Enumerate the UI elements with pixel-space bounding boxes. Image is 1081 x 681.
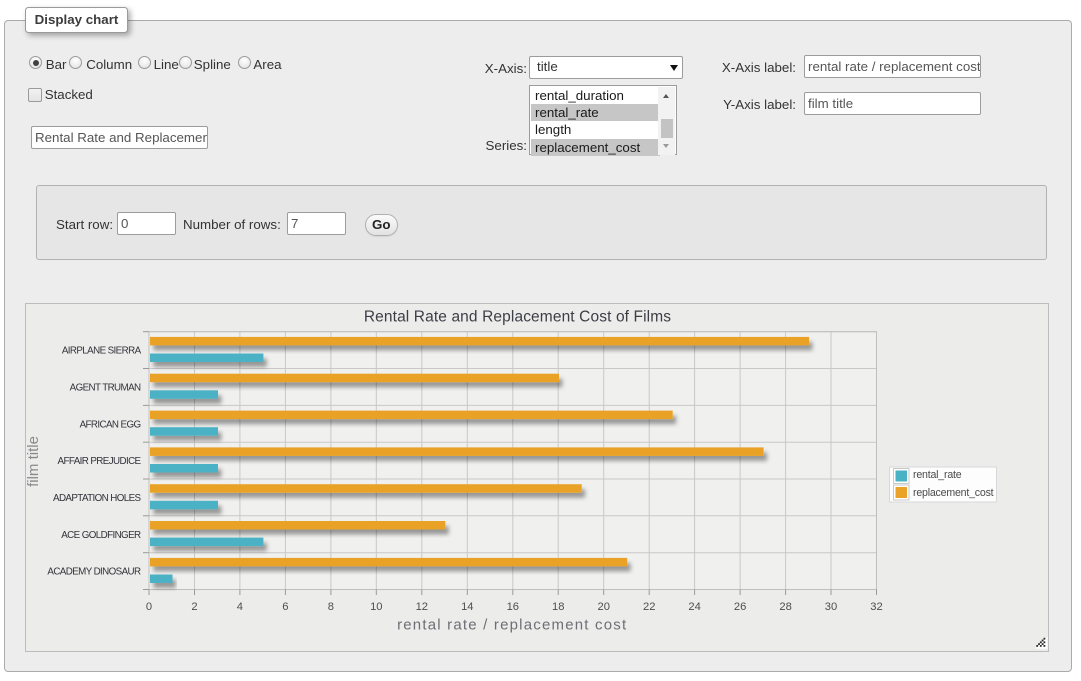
- svg-text:AIRPLANE SIERRA: AIRPLANE SIERRA: [61, 346, 141, 357]
- svg-text:4: 4: [236, 601, 242, 613]
- svg-text:AFRICAN EGG: AFRICAN EGG: [79, 419, 140, 430]
- svg-text:AFFAIR PREJUDICE: AFFAIR PREJUDICE: [57, 456, 141, 467]
- svg-text:6: 6: [282, 601, 288, 613]
- svg-text:ADAPTATION HOLES: ADAPTATION HOLES: [53, 493, 142, 504]
- svg-text:28: 28: [779, 601, 791, 613]
- svg-text:replacement_cost: replacement_cost: [913, 487, 994, 499]
- svg-text:14: 14: [461, 601, 473, 613]
- svg-text:24: 24: [688, 601, 700, 613]
- svg-text:ACE GOLDFINGER: ACE GOLDFINGER: [61, 530, 141, 541]
- svg-text:12: 12: [415, 601, 427, 613]
- svg-text:2: 2: [191, 601, 197, 613]
- svg-text:Rental Rate and Replacement Co: Rental Rate and Replacement Cost of Film…: [363, 309, 670, 326]
- svg-text:16: 16: [506, 601, 518, 613]
- svg-text:32: 32: [870, 601, 882, 613]
- svg-text:26: 26: [733, 601, 745, 613]
- svg-text:20: 20: [597, 601, 609, 613]
- svg-text:AGENT TRUMAN: AGENT TRUMAN: [69, 382, 140, 393]
- svg-text:rental_rate: rental_rate: [913, 469, 962, 481]
- svg-text:22: 22: [642, 601, 654, 613]
- svg-text:0: 0: [145, 601, 151, 613]
- svg-text:rental rate / replacement cost: rental rate / replacement cost: [397, 617, 627, 634]
- svg-text:8: 8: [327, 601, 333, 613]
- svg-text:30: 30: [824, 601, 836, 613]
- svg-text:18: 18: [551, 601, 563, 613]
- svg-text:10: 10: [370, 601, 382, 613]
- svg-text:ACADEMY DINOSAUR: ACADEMY DINOSAUR: [47, 567, 141, 578]
- svg-text:film title: film title: [26, 436, 42, 487]
